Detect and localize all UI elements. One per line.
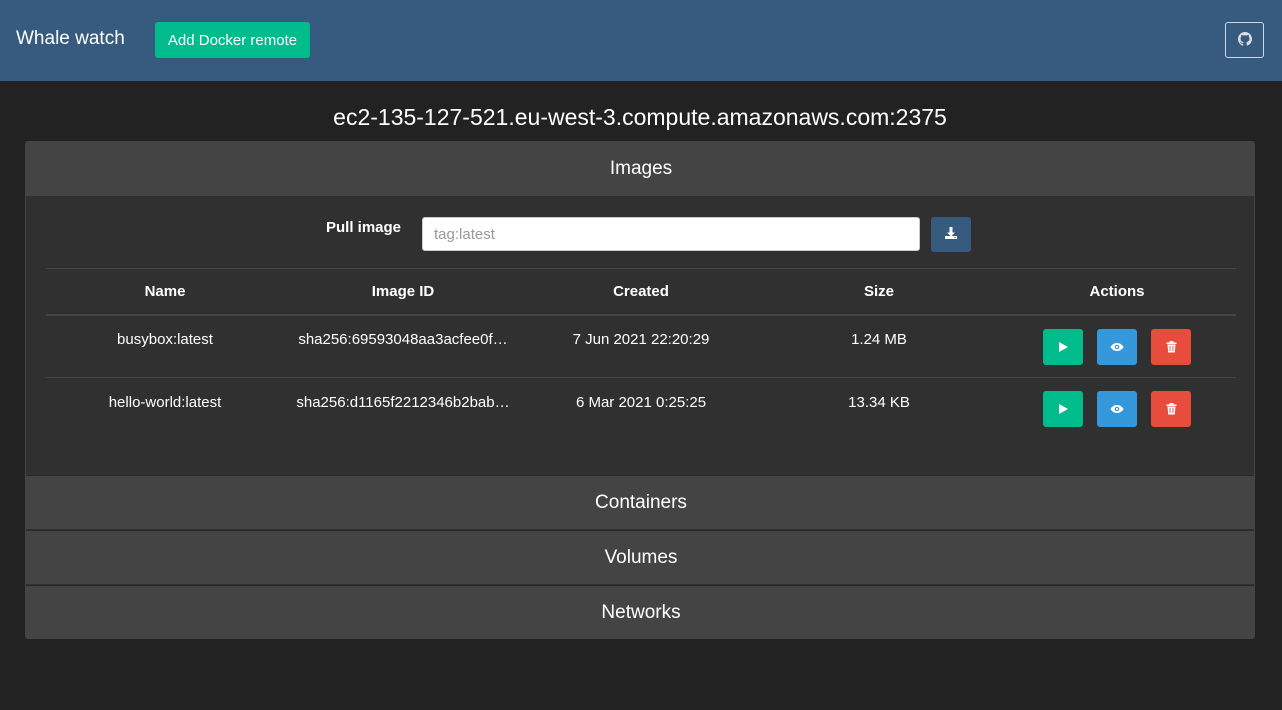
inspect-image-button[interactable] (1097, 328, 1137, 365)
eye-icon (1110, 405, 1124, 413)
eye-icon (1110, 342, 1124, 351)
image-id: sha256:d1165f2212346b2bab… (296, 393, 510, 411)
trash-icon (1166, 403, 1176, 415)
pull-image-label: Pull image (326, 219, 402, 236)
add-docker-remote-button[interactable]: Add Docker remote (155, 22, 310, 58)
image-created: 6 Mar 2021 0:25:25 (575, 393, 707, 411)
images-table: Name Image ID Created Size Actions busyb… (46, 268, 1236, 440)
inspect-image-button[interactable] (1097, 391, 1137, 427)
trash-icon (1166, 340, 1176, 352)
pull-image-button[interactable] (931, 217, 971, 252)
table-row: busybox:latest sha256:69593048aa3acfee0f… (46, 316, 1236, 378)
delete-image-button[interactable] (1151, 391, 1191, 427)
image-size: 1.24 MB (851, 331, 907, 348)
image-size: 13.34 KB (848, 393, 910, 411)
image-name: hello-world:latest (108, 393, 222, 411)
run-image-button[interactable] (1043, 328, 1083, 365)
header-size[interactable]: Size (760, 283, 998, 300)
pull-image-input[interactable] (422, 217, 920, 251)
header-created[interactable]: Created (522, 283, 760, 300)
row-actions (998, 391, 1236, 427)
table-row: hello-world:latest sha256:d1165f2212346b… (46, 378, 1236, 440)
header-name[interactable]: Name (46, 283, 284, 300)
download-icon (944, 226, 958, 243)
volumes-section-header[interactable]: Volumes (26, 530, 1254, 584)
header-image-id[interactable]: Image ID (284, 283, 522, 300)
images-section-header[interactable]: Images (26, 142, 1254, 196)
github-button[interactable] (1225, 22, 1264, 58)
image-name: busybox:latest (117, 331, 213, 348)
delete-image-button[interactable] (1151, 328, 1191, 365)
github-icon (1237, 31, 1252, 49)
brand-title[interactable]: Whale watch (16, 28, 125, 50)
host-title: ec2-135-127-521.eu-west-3.compute.amazon… (333, 104, 947, 130)
navbar: Whale watch Add Docker remote (0, 0, 1282, 81)
containers-section-header[interactable]: Containers (26, 475, 1254, 529)
header-actions: Actions (1089, 283, 1145, 300)
image-created: 7 Jun 2021 22:20:29 (572, 331, 710, 348)
image-id: sha256:69593048aa3acfee0f… (298, 331, 508, 348)
play-icon (1059, 341, 1068, 352)
run-image-button[interactable] (1043, 391, 1083, 427)
row-actions (998, 328, 1236, 365)
docker-host-panel: Images Pull image Name Image ID Created … (25, 141, 1255, 639)
table-header-row: Name Image ID Created Size Actions (46, 268, 1236, 316)
play-icon (1059, 404, 1068, 414)
networks-section-header[interactable]: Networks (26, 585, 1254, 638)
